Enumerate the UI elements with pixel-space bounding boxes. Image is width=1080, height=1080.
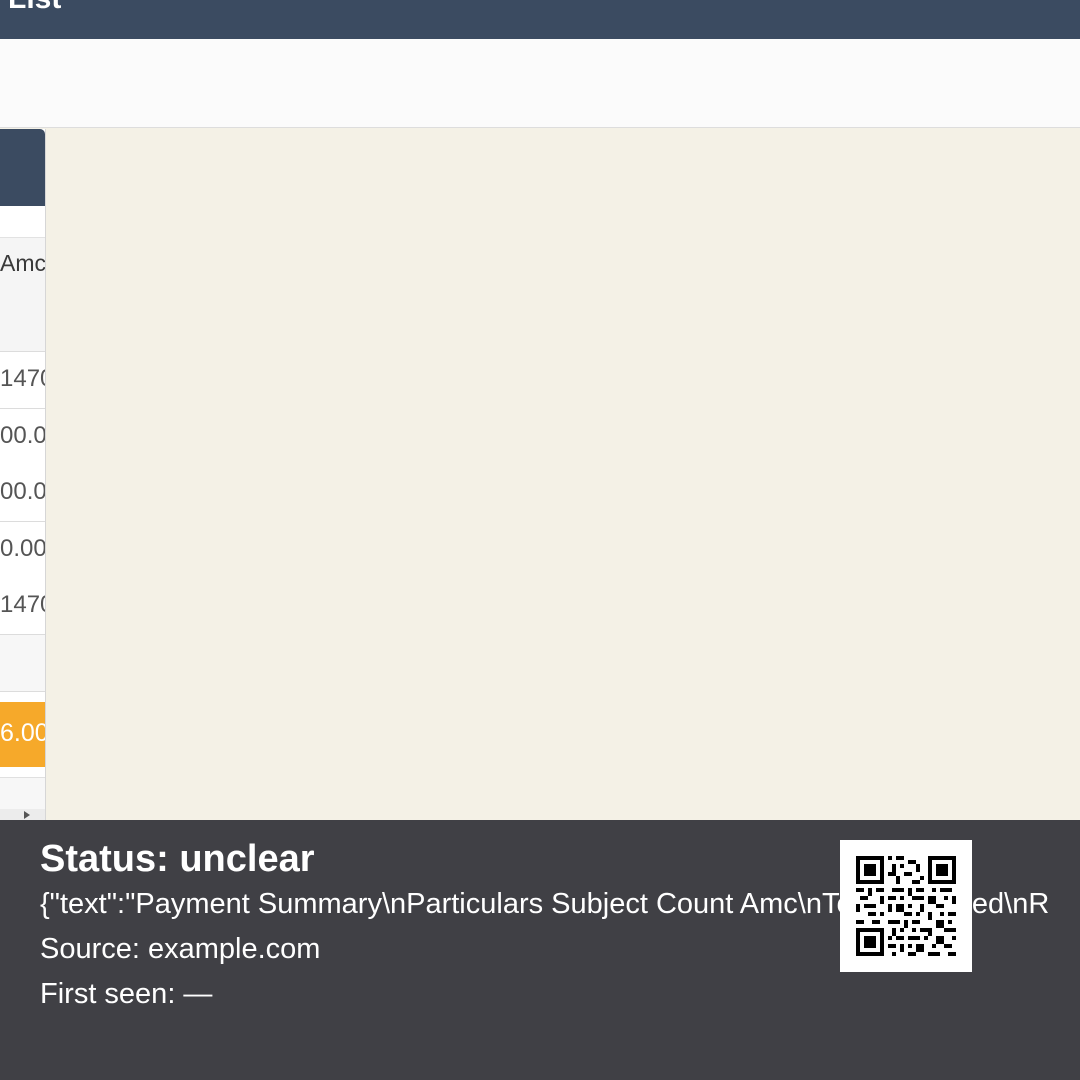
table-row: 00.0: [0, 465, 45, 522]
qr-code-icon: [840, 840, 972, 972]
source-label: Source: example.com: [40, 933, 321, 965]
amount-cell: 00.0: [0, 422, 45, 449]
table-row: 1470: [0, 352, 45, 409]
amount-cell: 1470: [0, 591, 45, 618]
total-amount-row: 6.00: [0, 702, 45, 767]
amount-cell: 00.0: [0, 478, 45, 505]
table-row: 00.0: [0, 409, 45, 466]
first-seen-label: First seen: —: [40, 978, 213, 1010]
panel-header: [0, 129, 45, 206]
panel-spacer: [0, 206, 45, 238]
payment-summary-panel: Amc 1470 00.0 00.0 0.00 1470 6.00: [0, 129, 46, 821]
main-content-area: [0, 128, 1080, 820]
toolbar-area: [0, 39, 1080, 128]
status-label: Status: unclear: [40, 838, 315, 880]
page-title: List: [8, 0, 61, 14]
top-header-bar: List: [0, 0, 1080, 39]
scroll-right-arrow-icon[interactable]: [24, 811, 30, 819]
column-header-label: Amc: [0, 250, 46, 276]
amount-cell: 1470: [0, 365, 45, 392]
total-amount: 6.00: [0, 719, 45, 747]
column-header-amount[interactable]: Amc: [0, 238, 45, 352]
info-overlay: Status: unclear {"text":"Payment Summary…: [0, 820, 1080, 1080]
table-row: 0.00: [0, 522, 45, 579]
table-row: 1470: [0, 578, 45, 635]
table-row-empty: [0, 635, 45, 692]
amount-cell: 0.00: [0, 535, 45, 562]
